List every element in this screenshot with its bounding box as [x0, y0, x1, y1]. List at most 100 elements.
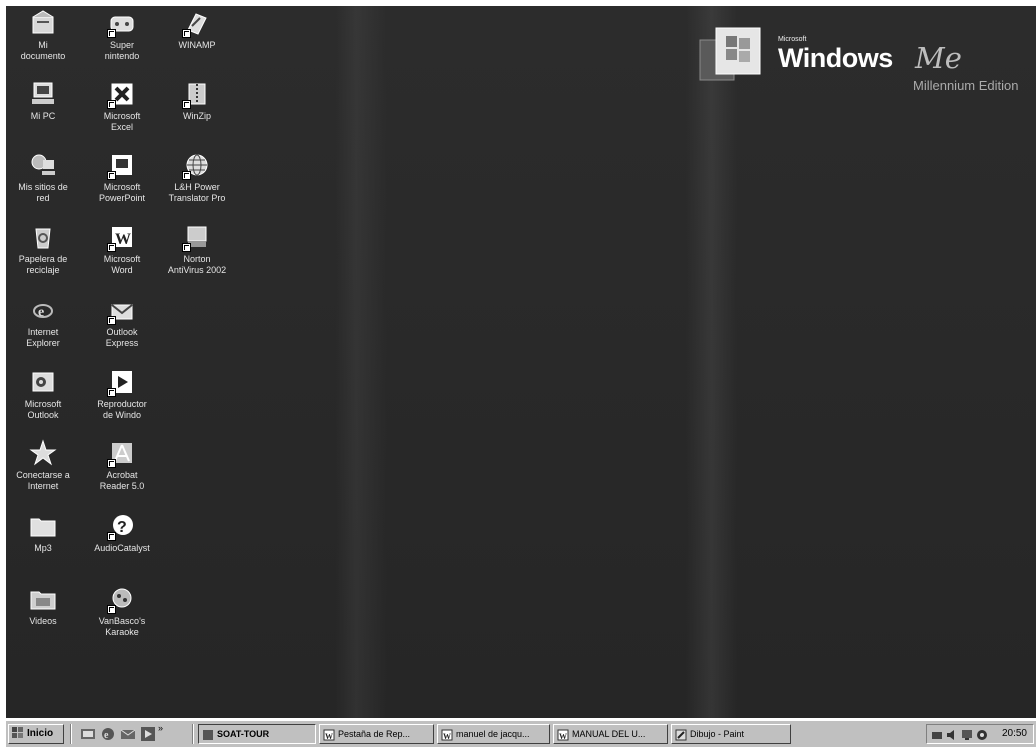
icon-label: Internet Explorer — [26, 327, 60, 348]
tray-network-icon[interactable] — [931, 728, 943, 740]
acrobat-icon — [107, 438, 137, 468]
powerpoint-icon — [107, 150, 137, 180]
snes-emulator-icon — [107, 8, 137, 38]
svg-text:W: W — [559, 732, 567, 741]
tray-antivirus-icon[interactable] — [976, 728, 988, 740]
my-computer-icon — [28, 79, 58, 109]
task-button[interactable]: W MANUAL DEL U... — [553, 724, 668, 744]
desktop-icon-mp3-folder[interactable]: Mp3 — [6, 511, 80, 554]
task-button[interactable]: Dibujo - Paint — [671, 724, 791, 744]
desktop-icon-microsoft-excel[interactable]: Microsoft Excel — [85, 79, 159, 133]
shortcut-arrow-icon — [182, 243, 191, 252]
task-button[interactable]: W Pestaña de Rep... — [319, 724, 434, 744]
shortcut-arrow-icon — [182, 29, 191, 38]
folder-icon — [28, 584, 58, 614]
word-icon: W — [107, 222, 137, 252]
desktop-icon-microsoft-outlook[interactable]: Microsoft Outlook — [6, 367, 80, 421]
desktop-icon-acrobat-reader[interactable]: Acrobat Reader 5.0 — [85, 438, 159, 492]
icon-label: Mi documento — [20, 40, 66, 61]
logo-brand: Microsoft — [778, 36, 807, 43]
desktop-icon-outlook-express[interactable]: Outlook Express — [85, 295, 159, 349]
taskbar-clock[interactable]: 20:50 — [1002, 728, 1027, 739]
desktop-icon-norton-antivirus[interactable]: Norton AntiVirus 2002 — [160, 222, 234, 276]
media-player-icon — [107, 367, 137, 397]
desktop-icon-my-pc[interactable]: Mi PC — [6, 79, 80, 122]
task-button[interactable]: Wmanuel de jacqu... — [437, 724, 550, 744]
icon-label: Norton AntiVirus 2002 — [167, 254, 227, 275]
word-doc-icon: W — [441, 729, 453, 741]
windows-flag-icon — [698, 26, 768, 90]
task-button[interactable]: SOAT-TOUR — [198, 724, 316, 744]
desktop-icon-internet-explorer[interactable]: e Internet Explorer — [6, 295, 80, 349]
task-label: SOAT-TOUR — [217, 729, 270, 739]
svg-text:W: W — [325, 732, 333, 741]
logo-edition: Millennium Edition — [913, 78, 1019, 93]
desktop-icon-power-translator[interactable]: L&H Power Translator Pro — [160, 150, 234, 204]
outlook-express-icon — [107, 295, 137, 325]
logo-version: Me — [915, 41, 962, 75]
icon-label: WinZip — [182, 111, 211, 121]
shortcut-arrow-icon — [107, 243, 116, 252]
shortcut-arrow-icon — [107, 100, 116, 109]
norton-icon — [182, 222, 212, 252]
connect-internet-icon — [28, 438, 58, 468]
winzip-icon — [182, 79, 212, 109]
icon-label: Papelera de reciclaje — [18, 254, 68, 275]
task-label: MANUAL DEL U... — [572, 729, 646, 739]
task-label: Pestaña de Rep... — [338, 729, 411, 739]
globe-icon — [182, 150, 212, 180]
quicklaunch-desktop-icon[interactable] — [80, 726, 96, 742]
desktop-icon-media-player[interactable]: Reproductor de Windo — [85, 367, 159, 421]
desktop-icon-vanbascos-karaoke[interactable]: VanBasco's Karaoke — [85, 584, 159, 638]
svg-text:W: W — [115, 231, 131, 248]
quicklaunch-media-player-icon[interactable] — [140, 726, 156, 742]
desktop-icon-connect-internet[interactable]: Conectarse a Internet — [6, 438, 80, 492]
shortcut-arrow-icon — [107, 532, 116, 541]
desktop-icon-winamp[interactable]: WINAMP — [160, 8, 234, 51]
quicklaunch-outlook-express-icon[interactable] — [120, 726, 136, 742]
icon-label: Conectarse a Internet — [16, 470, 70, 491]
folder-icon — [28, 511, 58, 541]
start-label: Inicio — [27, 728, 54, 739]
word-doc-icon: W — [323, 729, 335, 741]
icon-label: Microsoft Outlook — [24, 399, 62, 420]
network-places-icon — [28, 150, 58, 180]
task-label: manuel de jacqu... — [456, 729, 530, 739]
shortcut-arrow-icon — [182, 100, 191, 109]
quicklaunch-ie-icon[interactable]: e — [100, 726, 116, 742]
svg-text:e: e — [38, 305, 44, 320]
outlook-icon — [28, 367, 58, 397]
start-button[interactable]: Inicio — [8, 724, 64, 744]
quicklaunch-more-chevron-icon[interactable]: » — [158, 723, 168, 739]
icon-label: Acrobat Reader 5.0 — [99, 470, 145, 491]
recycle-bin-icon — [28, 222, 58, 252]
taskbar: Inicio e » SOAT-TOUR W Pestaña de Rep... … — [6, 720, 1036, 747]
icon-label: Mi PC — [30, 111, 56, 121]
desktop[interactable]: Mi documento Mi PC Mis sitios de red Pap… — [6, 6, 1036, 718]
tray-display-icon[interactable] — [961, 728, 973, 740]
excel-icon — [107, 79, 137, 109]
desktop-icon-videos-folder[interactable]: Videos — [6, 584, 80, 627]
tray-volume-icon[interactable] — [946, 728, 958, 740]
paint-icon — [675, 729, 687, 741]
taskbar-separator — [70, 724, 72, 744]
karaoke-icon — [107, 584, 137, 614]
shortcut-arrow-icon — [107, 388, 116, 397]
shortcut-arrow-icon — [107, 605, 116, 614]
icon-label: Microsoft Excel — [103, 111, 141, 132]
logo-product: Windows — [778, 43, 893, 73]
desktop-icon-network-places[interactable]: Mis sitios de red — [6, 150, 80, 204]
desktop-icon-super-nintendo[interactable]: Super nintendo — [85, 8, 159, 62]
desktop-icon-my-documents[interactable]: Mi documento — [6, 8, 80, 62]
icon-label: WINAMP — [178, 40, 216, 50]
desktop-icon-microsoft-word[interactable]: W Microsoft Word — [85, 222, 159, 276]
desktop-icon-microsoft-powerpoint[interactable]: Microsoft PowerPoint — [85, 150, 159, 204]
icon-label: Microsoft PowerPoint — [98, 182, 146, 203]
desktop-icon-winzip[interactable]: WinZip — [160, 79, 234, 122]
system-tray: 20:50 — [926, 724, 1034, 744]
desktop-icon-recycle-bin[interactable]: Papelera de reciclaje — [6, 222, 80, 276]
icon-label: Mis sitios de red — [18, 182, 68, 203]
task-label: Dibujo - Paint — [690, 729, 745, 739]
desktop-icon-audiocatalyst[interactable]: ? AudioCatalyst — [85, 511, 159, 554]
svg-text:W: W — [443, 732, 451, 741]
